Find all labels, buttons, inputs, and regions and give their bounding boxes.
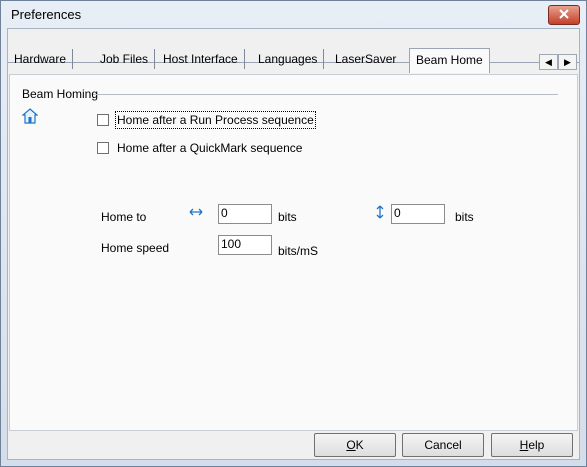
arrow-left-icon: ◀: [545, 56, 552, 67]
tab-scroll-right-button[interactable]: ▶: [558, 54, 577, 70]
dialog-client: Hardware Job Files Host Interface Langua…: [7, 28, 580, 460]
title-bar: Preferences: [1, 1, 586, 27]
tab-job-files[interactable]: Job Files: [94, 49, 156, 69]
group-divider: [93, 94, 558, 95]
home-after-run-process-row[interactable]: Home after a Run Process sequence: [97, 111, 316, 129]
ok-button[interactable]: OK: [314, 433, 396, 457]
ok-mnemonic: O: [346, 438, 356, 452]
home-to-label: Home to: [101, 210, 147, 224]
home-icon: [21, 108, 39, 127]
cancel-label: Cancel: [424, 438, 462, 452]
help-button[interactable]: Help: [491, 433, 573, 457]
close-button[interactable]: [548, 5, 580, 25]
beam-home-panel: Beam Homing Home after a Run Process seq…: [9, 74, 578, 431]
tab-strip: Hardware Job Files Host Interface Langua…: [8, 29, 579, 73]
home-after-quickmark-checkbox[interactable]: [97, 142, 109, 154]
home-speed-label: Home speed: [101, 241, 170, 255]
home-after-quickmark-label[interactable]: Home after a QuickMark sequence: [117, 141, 302, 155]
vertical-arrow-icon: [372, 204, 388, 223]
home-speed-input[interactable]: 100: [218, 235, 272, 255]
close-icon: [559, 8, 569, 22]
tab-beam-home[interactable]: Beam Home: [409, 48, 490, 73]
dialog-footer: OK Cancel Help: [8, 430, 579, 459]
help-mnemonic: H: [519, 438, 529, 452]
tab-lasersaver[interactable]: LaserSaver: [329, 49, 402, 69]
tab-hardware[interactable]: Hardware: [8, 49, 74, 69]
home-after-run-process-checkbox[interactable]: [97, 114, 109, 126]
home-to-x-input[interactable]: 0: [218, 204, 272, 224]
ok-label-rest: K: [355, 438, 364, 452]
tab-host-interface[interactable]: Host Interface: [157, 49, 245, 69]
group-title: Beam Homing: [22, 87, 99, 101]
tab-languages[interactable]: Languages: [252, 49, 325, 69]
home-to-y-unit: bits: [455, 210, 474, 224]
arrow-right-icon: ▶: [564, 56, 571, 67]
home-after-run-process-label[interactable]: Home after a Run Process sequence: [115, 111, 316, 129]
tab-scroll-left-button[interactable]: ◀: [539, 54, 558, 70]
home-speed-unit: bits/mS: [278, 244, 319, 258]
cancel-button[interactable]: Cancel: [402, 433, 484, 457]
horizontal-arrow-icon: [188, 204, 204, 223]
home-after-quickmark-row[interactable]: Home after a QuickMark sequence: [97, 141, 302, 155]
help-label-rest: elp: [528, 438, 545, 452]
home-to-x-unit: bits: [278, 210, 297, 224]
preferences-window: Preferences Hardware Job Files Host Inte…: [0, 0, 587, 467]
home-to-y-input[interactable]: 0: [391, 204, 445, 224]
tab-scroll-buttons: ◀ ▶: [539, 54, 577, 70]
window-title: Preferences: [11, 7, 82, 22]
